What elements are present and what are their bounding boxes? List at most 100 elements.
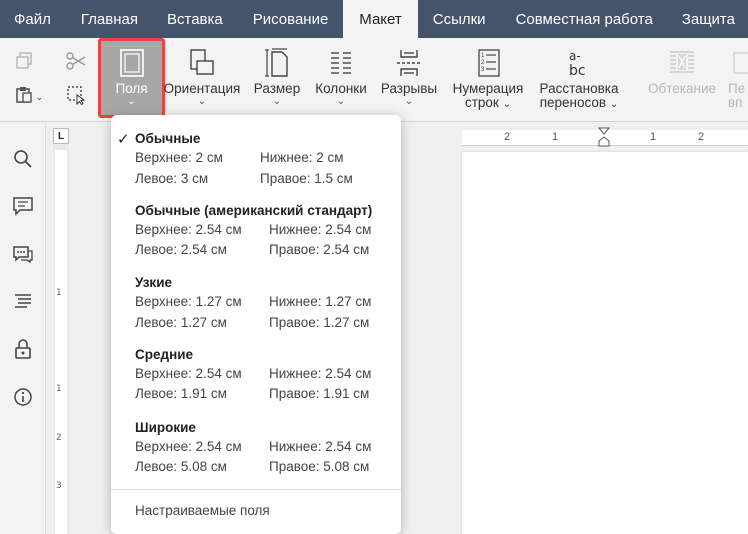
margin-bottom-value: Нижнее: 1.27 см	[269, 294, 372, 309]
tab-stop-selector[interactable]: L	[53, 128, 69, 144]
line-numbers-button[interactable]: 123 Нумерация строк ⌄	[448, 44, 528, 118]
margin-left-value: Левое: 5.08 см	[135, 459, 227, 474]
margin-option-name: Обычные	[135, 131, 201, 146]
ruler-number: 1	[552, 131, 559, 143]
page-size-icon	[262, 47, 292, 79]
hyphenation-button[interactable]: a-bc Расстановка переносов ⌄	[534, 44, 624, 118]
custom-margins-item[interactable]: Настраиваемые поля	[135, 503, 270, 518]
indent-marker[interactable]	[597, 127, 611, 152]
margin-option-normal[interactable]: ✓ Обычные Верхнее: 2 см Нижнее: 2 см Лев…	[111, 130, 401, 198]
tab-file[interactable]: Файл	[0, 0, 65, 38]
margin-option-moderate[interactable]: Средние Верхнее: 2.54 см Нижнее: 2.54 см…	[111, 346, 401, 414]
margins-button[interactable]: Поля ⌄	[98, 38, 165, 118]
margin-bottom-value: Нижнее: 2.54 см	[269, 366, 372, 381]
info-icon[interactable]	[11, 385, 35, 409]
line-numbers-icon: 123	[473, 47, 503, 79]
document-page[interactable]	[462, 152, 748, 534]
hyphenation-icon: a-bc	[564, 47, 594, 79]
margin-left-value: Левое: 1.27 см	[135, 315, 227, 330]
navigation-icon[interactable]	[11, 289, 35, 313]
margin-option-wide[interactable]: Широкие Верхнее: 2.54 см Нижнее: 2.54 см…	[111, 419, 401, 487]
scissors-icon	[65, 51, 87, 75]
tab-layout[interactable]: Макет	[343, 0, 418, 38]
ruler-number: 1	[56, 384, 62, 394]
line-numbers-label-1: Нумерация	[452, 81, 524, 96]
horizontal-ruler[interactable]: 2 1 1 2	[462, 127, 748, 147]
paste-button[interactable]: ⌄	[8, 84, 50, 110]
wrap-text-button[interactable]: Обтекание	[644, 44, 720, 118]
copy-icon	[15, 51, 33, 75]
tab-insert[interactable]: Вставка	[152, 0, 238, 38]
wrap-text-label: Обтекание	[648, 81, 716, 96]
comment-icon[interactable]	[11, 194, 35, 218]
chat-icon[interactable]	[11, 242, 35, 266]
tab-collaboration[interactable]: Совместная работа	[501, 0, 668, 38]
line-numbers-label: Нумерация строк ⌄	[453, 82, 524, 112]
tab-references[interactable]: Ссылки	[418, 0, 501, 38]
chevron-down-icon: ⌄	[502, 99, 511, 110]
svg-text:bc: bc	[569, 63, 586, 78]
margin-bottom-value: Нижнее: 2 см	[260, 150, 344, 165]
margin-option-us-standard[interactable]: Обычные (американский стандарт) Верхнее:…	[111, 202, 401, 270]
clipboard-icon	[15, 86, 33, 109]
margin-right-value: Правое: 1.27 см	[269, 315, 370, 330]
margin-left-value: Левое: 2.54 см	[135, 242, 227, 257]
truncated-label-2: вп	[728, 95, 743, 110]
margins-icon	[117, 47, 147, 79]
margin-right-value: Правое: 1.91 см	[269, 386, 370, 401]
truncated-icon	[728, 47, 748, 79]
hyphenation-label: Расстановка переносов ⌄	[540, 82, 619, 112]
svg-text:3: 3	[481, 67, 485, 73]
line-numbers-label-2: строк ⌄	[453, 96, 524, 112]
lock-icon[interactable]	[11, 337, 35, 361]
ruler-number: 3	[56, 481, 62, 491]
orientation-label: Ориентация	[163, 81, 241, 96]
orientation-icon	[187, 47, 217, 79]
left-sidebar	[0, 123, 46, 534]
chevron-down-icon: ⌄	[35, 91, 44, 102]
margin-top-value: Верхнее: 2.54 см	[135, 222, 242, 237]
vertical-ruler-track	[55, 150, 67, 534]
line-numbers-label-2-text: строк	[464, 95, 499, 110]
breaks-button[interactable]: Разрывы ⌄	[378, 44, 440, 118]
margin-left-value: Левое: 1.91 см	[135, 386, 227, 401]
hyphenation-label-2: переносов ⌄	[540, 96, 619, 112]
margin-left-value: Левое: 3 см	[135, 171, 209, 186]
breaks-label: Разрывы	[380, 81, 438, 96]
cut-button[interactable]	[58, 50, 94, 76]
selection-icon	[66, 85, 86, 110]
menu-divider	[111, 489, 401, 490]
margin-top-value: Верхнее: 1.27 см	[135, 294, 242, 309]
truncated-label-1: Пе	[728, 81, 746, 96]
tab-protection[interactable]: Защита	[668, 0, 748, 38]
orientation-button[interactable]: Ориентация ⌄	[162, 44, 242, 118]
margin-option-name: Обычные (американский стандарт)	[135, 203, 373, 218]
search-icon[interactable]	[11, 147, 35, 171]
copy-button[interactable]	[6, 50, 42, 76]
menu-bar: Файл Главная Вставка Рисование Макет Ссы…	[0, 0, 748, 38]
margin-right-value: Правое: 5.08 см	[269, 459, 370, 474]
margin-option-name: Широкие	[135, 420, 196, 435]
ruler-number: 1	[56, 288, 62, 298]
margin-right-value: Правое: 1.5 см	[260, 171, 353, 186]
columns-button[interactable]: Колонки ⌄	[312, 44, 370, 118]
tab-home[interactable]: Главная	[65, 0, 152, 38]
checkmark-icon: ✓	[117, 131, 130, 148]
ruler-number: 2	[504, 131, 511, 143]
chevron-down-icon: ⌄	[272, 96, 282, 107]
svg-text:2: 2	[481, 60, 485, 66]
margin-top-value: Верхнее: 2.54 см	[135, 439, 242, 454]
margin-top-value: Верхнее: 2.54 см	[135, 366, 242, 381]
chevron-down-icon: ⌄	[404, 96, 414, 107]
wrap-text-icon	[667, 47, 697, 79]
columns-icon	[326, 47, 356, 79]
vertical-ruler[interactable]: L 1 1 2 3	[53, 128, 69, 534]
truncated-button[interactable]: Пе вп	[728, 44, 748, 118]
tab-draw[interactable]: Рисование	[238, 0, 344, 38]
ribbon: ⌄ Поля ⌄ Ориентация ⌄ Размер ⌄ Колонки ⌄…	[0, 38, 748, 122]
size-button[interactable]: Размер ⌄	[250, 44, 304, 118]
margins-label: Поля	[115, 81, 148, 96]
select-button[interactable]	[58, 84, 94, 110]
margin-option-name: Средние	[135, 347, 194, 362]
margin-option-narrow[interactable]: Узкие Верхнее: 1.27 см Нижнее: 1.27 см Л…	[111, 274, 401, 342]
